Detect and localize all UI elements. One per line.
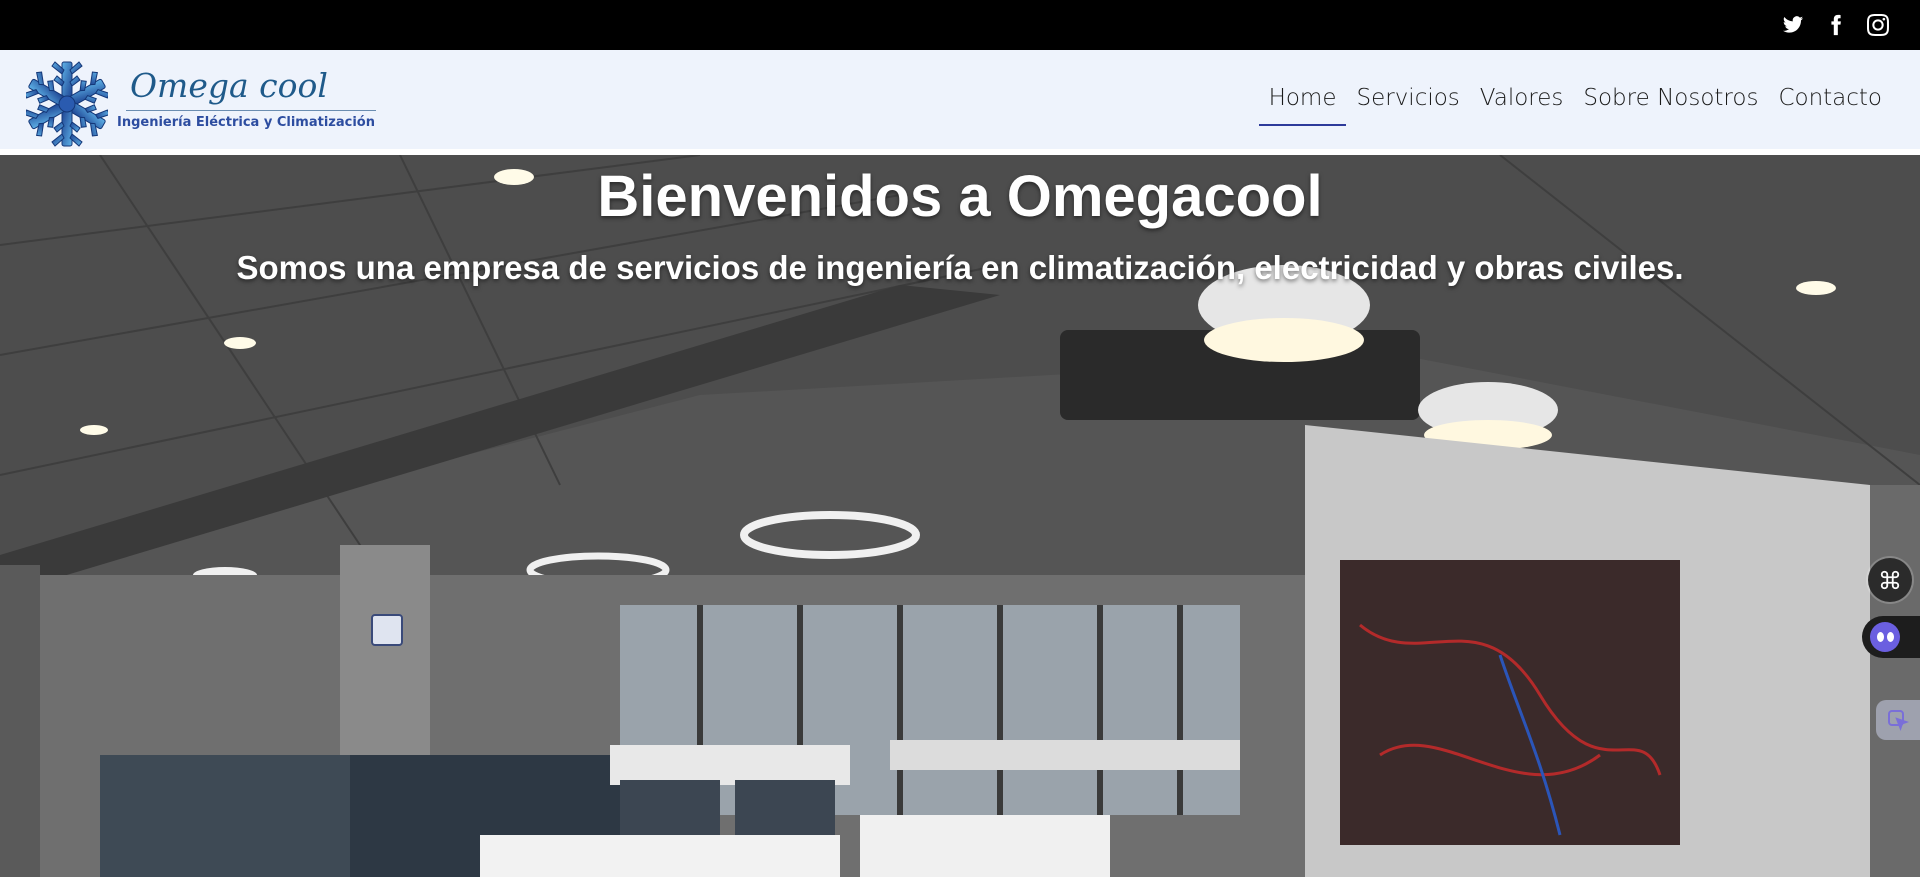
nav-item-servicios[interactable]: Servicios [1346,82,1469,126]
nav-item-home[interactable]: Home [1258,82,1347,126]
snowflake-logo-icon [26,61,108,147]
nav-item-valores[interactable]: Valores [1470,82,1574,126]
nav-item-contacto[interactable]: Contacto [1768,82,1892,126]
pointer-icon[interactable] [1876,700,1920,740]
command-icon[interactable] [1868,558,1912,602]
instagram-icon[interactable] [1866,13,1890,37]
logo-name: Omega cool [130,66,328,105]
nav-item-sobre-nosotros[interactable]: Sobre Nosotros [1573,82,1768,126]
hero-title: Bienvenidos a Omegacool [597,164,1323,229]
twitter-icon[interactable] [1781,13,1805,37]
navbar: Omega cool Ingeniería Eléctrica y Climat… [0,50,1920,149]
logo-tagline: Ingeniería Eléctrica y Climatización [117,115,375,130]
social-topbar [0,0,1920,50]
hero-banner: Bienvenidos a Omegacool Somos una empres… [0,155,1920,877]
chatbot-face [1870,622,1900,652]
logo[interactable]: Omega cool Ingeniería Eléctrica y Climat… [26,60,376,150]
main-nav: Home Servicios Valores Sobre Nosotros Co… [1258,82,1892,126]
logo-divider [126,110,376,111]
facebook-icon[interactable] [1824,13,1848,37]
hero-subtitle: Somos una empresa de servicios de ingeni… [236,249,1684,286]
chatbot-icon[interactable] [1862,616,1920,658]
